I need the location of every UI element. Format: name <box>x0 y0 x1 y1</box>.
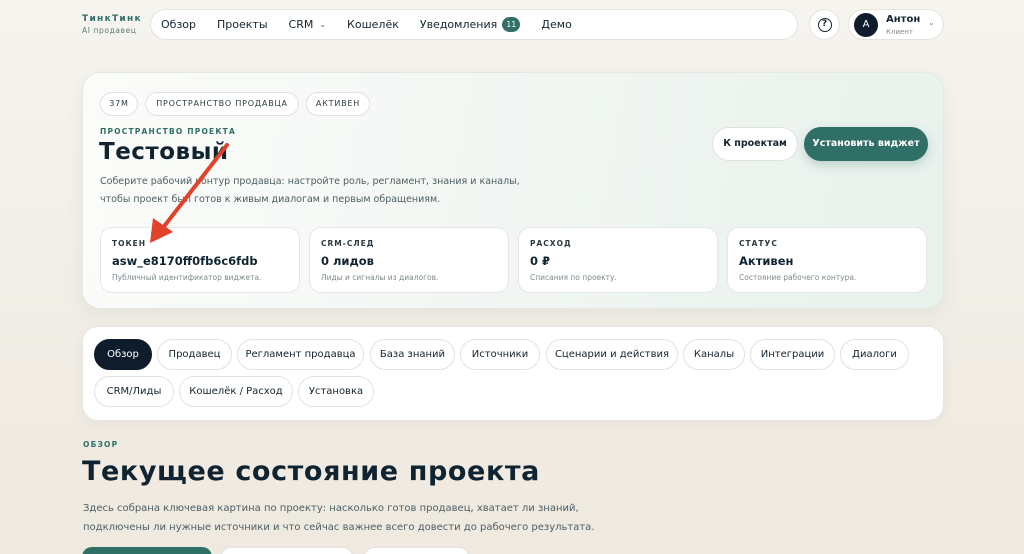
top-bar: ТинкТинк AI продавец Обзор Проекты CRM ⌄… <box>0 0 1024 50</box>
avatar: А <box>854 13 878 37</box>
install-widget-button[interactable]: Установить виджет <box>804 127 928 161</box>
user-role: Клиент <box>886 28 913 36</box>
stat-value: Активен <box>739 254 794 268</box>
stat-crm: CRM-СЛЕД 0 лидов Лиды и сигналы из диало… <box>309 227 509 293</box>
overview-primary-button[interactable] <box>82 547 212 554</box>
stat-note: Лиды и сигналы из диалогов. <box>321 273 439 282</box>
stat-note: Состояние рабочего контура. <box>739 273 857 282</box>
project-kicker: ПРОСТРАНСТВО ПРОЕКТА <box>100 127 236 136</box>
stat-label: РАСХОД <box>530 239 572 248</box>
tab-dialogs[interactable]: Диалоги <box>840 339 909 370</box>
overview-kicker: ОБЗОР <box>83 440 119 449</box>
tab-crm-leads[interactable]: CRM/Лиды <box>94 376 174 407</box>
workspace-type-chip: ПРОСТРАНСТВО ПРОДАВЦА <box>145 92 299 116</box>
brand-name: ТинкТинк <box>82 14 142 24</box>
stat-note: Публичный идентификатор виджета. <box>112 273 262 282</box>
overview-title: Текущее состояние проекта <box>82 456 540 487</box>
overview-secondary-button[interactable] <box>221 547 353 554</box>
chevron-down-icon: ⌄ <box>928 18 935 27</box>
stat-label: CRM-СЛЕД <box>321 239 375 248</box>
stat-status: СТАТУС Активен Состояние рабочего контур… <box>727 227 927 293</box>
tab-knowledge-base[interactable]: База знаний <box>370 339 455 370</box>
overview-tertiary-button[interactable] <box>364 547 469 554</box>
tab-installation[interactable]: Установка <box>298 376 374 407</box>
project-card: 37M ПРОСТРАНСТВО ПРОДАВЦА АКТИВЕН ПРОСТР… <box>82 72 944 309</box>
user-name: Антон <box>886 14 921 25</box>
tab-seller[interactable]: Продавец <box>157 339 232 370</box>
brand-logo[interactable]: ТинкТинк AI продавец <box>82 14 152 35</box>
status-chip: АКТИВЕН <box>306 92 370 116</box>
stat-label: СТАТУС <box>739 239 778 248</box>
chevron-down-icon: ⌄ <box>319 20 327 29</box>
tab-seller-regulations[interactable]: Регламент продавца <box>237 339 364 370</box>
stat-spend: РАСХОД 0 ₽ Списания по проекту. <box>518 227 718 293</box>
tab-channels[interactable]: Каналы <box>683 339 745 370</box>
brand-subtitle: AI продавец <box>82 26 137 35</box>
project-description: Соберите рабочий контур продавца: настро… <box>100 176 520 205</box>
notifications-count-badge: 11 <box>502 17 521 32</box>
project-title: Тестовый <box>99 139 229 165</box>
back-to-projects-button[interactable]: К проектам <box>712 127 798 161</box>
stat-label: ТОКЕН <box>112 239 147 248</box>
project-id-chip: 37M <box>100 92 138 116</box>
stat-value: 0 ₽ <box>530 254 551 268</box>
stat-note: Списания по проекту. <box>530 273 617 282</box>
stat-token: ТОКЕН asw_e8170ff0fb6c6fdb Публичный иде… <box>100 227 300 293</box>
tab-wallet-spend[interactable]: Кошелёк / Расход <box>179 376 293 407</box>
question-icon: ? <box>817 17 832 32</box>
nav-wallet[interactable]: Кошелёк <box>347 18 399 31</box>
tab-sources[interactable]: Источники <box>460 339 540 370</box>
main-nav: Обзор Проекты CRM ⌄ Кошелёк Уведомления … <box>150 9 798 40</box>
project-tabs: Обзор Продавец Регламент продавца База з… <box>82 326 944 421</box>
nav-notifications[interactable]: Уведомления 11 <box>420 17 521 32</box>
tab-overview[interactable]: Обзор <box>94 339 152 370</box>
nav-projects[interactable]: Проекты <box>217 18 268 31</box>
nav-overview[interactable]: Обзор <box>161 18 196 31</box>
overview-description: Здесь собрана ключевая картина по проект… <box>83 503 595 533</box>
nav-crm[interactable]: CRM ⌄ <box>289 18 327 31</box>
stat-value: asw_e8170ff0fb6c6fdb <box>112 254 258 268</box>
stat-value: 0 лидов <box>321 254 374 268</box>
nav-demo[interactable]: Демо <box>541 18 571 31</box>
help-button[interactable]: ? <box>809 9 840 40</box>
tab-integrations[interactable]: Интеграции <box>750 339 835 370</box>
tab-scenarios[interactable]: Сценарии и действия <box>546 339 678 370</box>
user-menu[interactable]: А Антон Клиент ⌄ <box>848 9 944 40</box>
